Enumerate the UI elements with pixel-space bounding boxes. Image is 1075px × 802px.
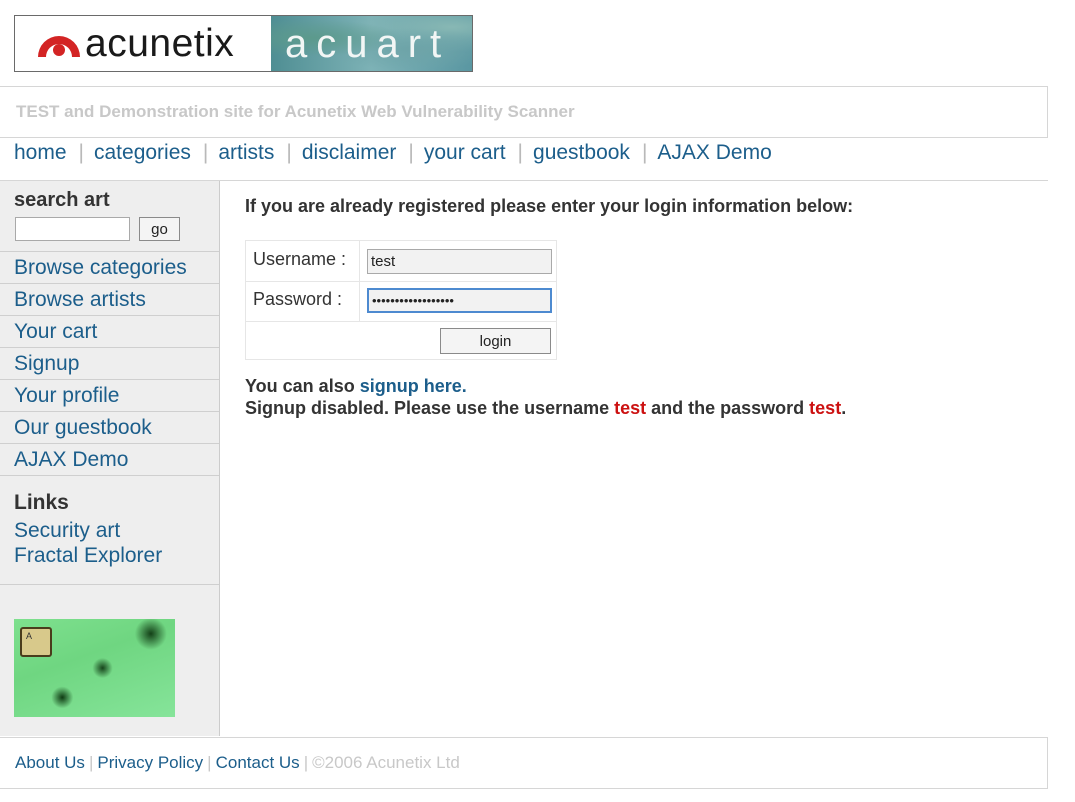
nav-home[interactable]: home xyxy=(14,141,67,165)
notice-username: test xyxy=(614,398,647,418)
sidebar-item-ajax-demo: AJAX Demo xyxy=(0,444,219,476)
nav-separator: | xyxy=(286,141,292,164)
username-label: Username : xyxy=(253,249,347,269)
footer-separator: | xyxy=(207,753,212,772)
nav-disclaimer[interactable]: disclaimer xyxy=(302,141,397,165)
nav-separator: | xyxy=(517,141,524,164)
sidebar-link[interactable]: Our guestbook xyxy=(14,416,152,440)
login-form: Username : Password : login xyxy=(245,240,557,360)
notice-text: Signup disabled. Please use the username xyxy=(245,398,615,418)
nav-ajax-demo[interactable]: AJAX Demo xyxy=(657,141,771,165)
footer-contact-us[interactable]: Contact Us xyxy=(216,753,300,772)
footer-about-us[interactable]: About Us xyxy=(15,753,85,772)
site-logo[interactable]: acunetix acuart xyxy=(14,15,473,72)
table-divider xyxy=(246,321,556,322)
fractal-art-image[interactable]: A xyxy=(14,619,175,717)
nav-guestbook[interactable]: guestbook xyxy=(533,141,630,165)
notice-password: test xyxy=(809,398,842,418)
link-fractal-explorer[interactable]: Fractal Explorer xyxy=(14,544,162,568)
sidebar-link[interactable]: Browse categories xyxy=(14,256,187,280)
search-go-button[interactable]: go xyxy=(139,217,180,241)
keycap-icon: A xyxy=(20,627,52,657)
links-title: Links xyxy=(14,491,69,514)
search-art-title: search art xyxy=(14,189,110,211)
nav-artists[interactable]: artists xyxy=(218,141,274,165)
sidebar-item-our-guestbook: Our guestbook xyxy=(0,412,219,444)
nav-categories[interactable]: categories xyxy=(94,141,191,165)
signup-disabled-notice: Signup disabled. Please use the username… xyxy=(245,398,846,419)
acunetix-wordmark: acunetix xyxy=(85,22,235,65)
footer-separator: | xyxy=(88,753,94,772)
nav-separator: | xyxy=(202,141,209,164)
nav-separator: | xyxy=(641,141,648,164)
footer-privacy-policy[interactable]: Privacy Policy xyxy=(97,753,203,772)
tagline-text: TEST and Demonstration site for Acunetix… xyxy=(16,102,575,121)
acuart-banner: acuart xyxy=(271,16,472,71)
sidebar-divider xyxy=(0,584,219,585)
nav-your-cart[interactable]: your cart xyxy=(424,141,506,165)
sidebar-item-browse-artists: Browse artists xyxy=(0,284,219,316)
sidebar-item-your-profile: Your profile xyxy=(0,380,219,412)
table-divider xyxy=(246,281,556,282)
username-field[interactable] xyxy=(367,249,552,274)
footer-links: About Us | Privacy Policy | Contact Us | ©2006… xyxy=(0,753,460,773)
keycap-label: A xyxy=(26,631,33,641)
notice-text: and the password xyxy=(646,398,810,418)
tagline-bar: TEST and Demonstration site for Acunetix… xyxy=(0,86,1048,138)
link-security-art[interactable]: Security art xyxy=(14,519,120,543)
sidebar-link[interactable]: Your profile xyxy=(14,384,119,408)
copyright-text: ©2006 Acunetix Ltd xyxy=(312,753,460,772)
sidebar-item-signup: Signup xyxy=(0,348,219,380)
acunetix-logo: acunetix xyxy=(15,16,271,71)
top-navigation: home | categories | artists | disclaimer… xyxy=(14,139,772,167)
password-label: Password : xyxy=(253,289,343,309)
sidebar-link[interactable]: Browse artists xyxy=(14,288,146,312)
password-field[interactable] xyxy=(367,288,552,313)
sidebar: search art go Browse categories Browse a… xyxy=(0,181,220,736)
sidebar-item-browse-categories: Browse categories xyxy=(0,252,219,284)
signup-hint-text: You can also xyxy=(245,376,360,396)
sidebar-link[interactable]: Signup xyxy=(14,352,79,376)
notice-text: . xyxy=(841,398,847,418)
nav-separator: | xyxy=(78,141,84,164)
login-button[interactable]: login xyxy=(440,328,551,354)
sidebar-item-your-cart: Your cart xyxy=(0,316,219,348)
acuart-wordmark: acuart xyxy=(285,21,451,66)
login-intro-text: If you are already registered please ent… xyxy=(245,196,854,216)
signup-link[interactable]: signup here. xyxy=(360,376,467,396)
nav-separator: | xyxy=(408,141,414,164)
sidebar-menu: Browse categories Browse artists Your ca… xyxy=(0,251,219,476)
main-content: If you are already registered please ent… xyxy=(245,196,854,418)
footer-separator: | xyxy=(303,753,309,772)
sidebar-link[interactable]: AJAX Demo xyxy=(14,448,128,472)
acunetix-mark-icon xyxy=(35,23,83,64)
sidebar-link[interactable]: Your cart xyxy=(14,320,97,344)
footer: About Us | Privacy Policy | Contact Us | ©2006… xyxy=(0,737,1048,789)
search-input[interactable] xyxy=(15,217,130,241)
signup-hint: You can also signup here. xyxy=(245,376,467,397)
